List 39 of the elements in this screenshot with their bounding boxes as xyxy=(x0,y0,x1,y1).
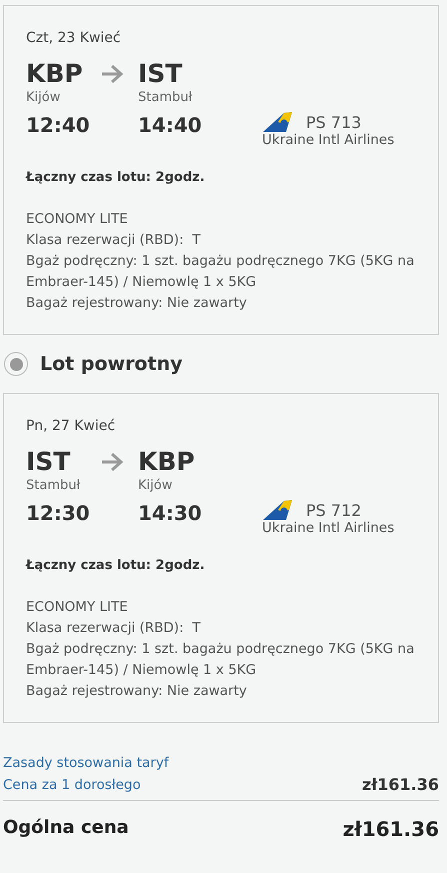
fare-rules-link[interactable]: Zasady stosowania taryf xyxy=(3,755,439,771)
airline-name: Ukraine Intl Airlines xyxy=(262,520,396,536)
fare-detail: Bagaż rejestrowany: Nie zawarty xyxy=(26,294,248,313)
fare-detail: ECONOMY LITE xyxy=(26,210,129,229)
city-name: Stambuł xyxy=(26,478,82,493)
fare-detail: Bagaż rejestrowany: Nie zawarty xyxy=(26,682,248,701)
airport-code: KBP xyxy=(138,448,195,476)
city-name: Stambuł xyxy=(138,90,194,105)
airport-code: KBP xyxy=(26,60,83,88)
arrow-icon xyxy=(100,63,124,85)
fare-detail: Bgaż podręczny: 1 szt. bagażu podręcznego 7KG (5KG na Embraer-145) / Niemowlę 1 x 5KG xyxy=(26,252,416,292)
total-label: Ogólna cena xyxy=(3,817,129,840)
fare-detail: ECONOMY LITE xyxy=(26,598,129,617)
city-name: Kijów xyxy=(138,478,174,493)
fare-detail: Bgaż podręczny: 1 szt. bagażu podręcznego 7KG (5KG na Embraer-145) / Niemowlę 1 x 5KG xyxy=(26,640,416,680)
arrow-icon xyxy=(100,451,124,473)
flight-date: Czt, 23 Kwieć xyxy=(26,30,122,46)
flight-duration: Łączny czas lotu: 2godz. xyxy=(26,170,206,185)
arrival-time: 14:30 xyxy=(138,501,203,525)
section-title: Lot powrotny xyxy=(40,353,182,375)
flight-duration: Łączny czas lotu: 2godz. xyxy=(26,558,206,573)
airline-logo-icon xyxy=(262,500,292,520)
per-adult-price: zł161.36 xyxy=(362,775,439,794)
airline-name: Ukraine Intl Airlines xyxy=(262,132,396,148)
airport-code: IST xyxy=(26,448,70,476)
airline-logo-icon xyxy=(262,112,292,132)
fare-detail: Klasa rezerwacji (RBD): T xyxy=(26,619,202,638)
departure-time: 12:30 xyxy=(26,501,91,525)
per-adult-link[interactable]: Cena za 1 dorosłego xyxy=(3,776,141,792)
airport-code: IST xyxy=(138,60,182,88)
flight-date: Pn, 27 Kwieć xyxy=(26,418,116,434)
total-price: zł161.36 xyxy=(342,817,439,841)
fare-detail: Klasa rezerwacji (RBD): T xyxy=(26,231,202,250)
arrival-time: 14:40 xyxy=(138,113,203,137)
radio-button[interactable] xyxy=(4,352,28,376)
flight-number: PS 713 xyxy=(306,112,362,132)
flight-number: PS 712 xyxy=(306,500,362,520)
city-name: Kijów xyxy=(26,90,62,105)
departure-time: 12:40 xyxy=(26,113,91,137)
